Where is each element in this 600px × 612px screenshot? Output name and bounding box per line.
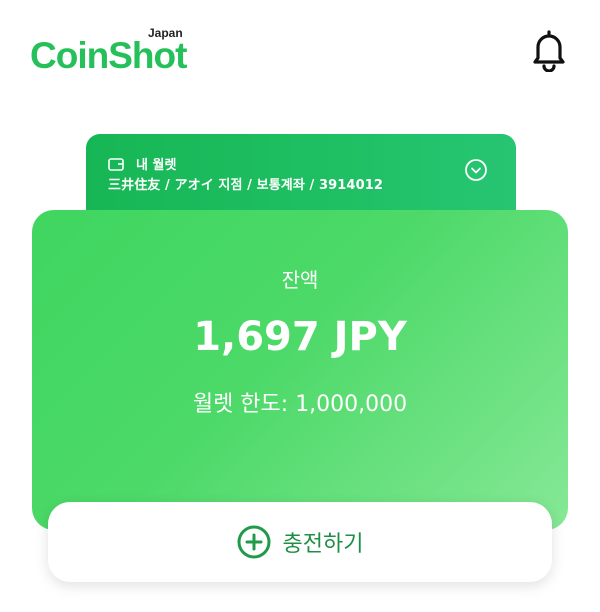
app-root: Japan CoinShot 내 월렛 三井住友 / アオイ 지점 / 보통계좌…	[0, 0, 600, 612]
wallet-account-info: 三井住友 / アオイ 지점 / 보통계좌 / 3914012	[108, 178, 384, 193]
charge-button[interactable]: 충전하기	[48, 502, 552, 582]
wallet-limit: 월렛 한도: 1,000,000	[32, 386, 568, 418]
wallet-limit-label: 월렛 한도:	[192, 392, 296, 417]
brand-logo: Japan CoinShot	[30, 26, 200, 76]
wallet-icon	[108, 156, 124, 171]
bell-icon[interactable]	[528, 28, 570, 73]
balance-card: 잔액 1,697 JPY 월렛 한도: 1,000,000	[32, 210, 568, 530]
wallet-title: 내 월렛	[136, 158, 177, 173]
chevron-down-circle-icon[interactable]	[464, 158, 488, 182]
wallet-limit-value: 1,000,000	[295, 392, 408, 417]
balance-amount: 1,697 JPY	[193, 314, 407, 360]
balance-label: 잔액	[281, 268, 319, 292]
plus-circle-icon	[237, 525, 271, 559]
charge-button-label: 충전하기	[282, 532, 364, 557]
brand-name: CoinShot	[30, 35, 187, 76]
